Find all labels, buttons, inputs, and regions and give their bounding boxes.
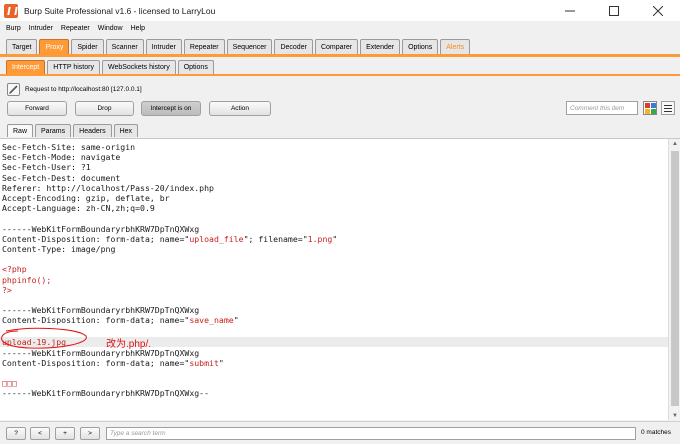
minimize-button[interactable] — [548, 0, 592, 21]
next-button[interactable]: > — [80, 427, 100, 440]
maximize-button[interactable] — [592, 0, 636, 21]
highlight-color-button[interactable] — [643, 101, 657, 115]
tab-alerts[interactable]: Alerts — [440, 39, 471, 54]
request-line: Content-Disposition: form-data; name="sa… — [2, 315, 239, 326]
annotation-circle — [1, 327, 87, 349]
yellow-swatch-icon — [645, 109, 650, 114]
tab-params[interactable]: Params — [35, 124, 72, 137]
title-bar: Burp Suite Professional v1.6 - licensed … — [0, 0, 680, 21]
tab-intercept[interactable]: Intercept — [6, 60, 46, 74]
tab-target[interactable]: Target — [6, 39, 38, 54]
request-line: Accept-Encoding: gzip, deflate, br — [2, 193, 170, 203]
menu-line-icon — [664, 110, 672, 112]
tab-http-history[interactable]: HTTP history — [47, 60, 100, 74]
menu-line-icon — [664, 107, 672, 109]
tab-headers[interactable]: Headers — [73, 124, 112, 137]
forward-button[interactable]: Forward — [7, 101, 67, 116]
request-line: □□□ — [2, 378, 17, 389]
menu-bar: Burp Intruder Repeater Window Help — [0, 21, 680, 35]
request-line: phpinfo(); — [2, 274, 52, 285]
request-line: Referer: http://localhost/Pass-20/index.… — [2, 182, 214, 193]
request-line: Sec-Fetch-Site: same-origin — [2, 142, 136, 152]
intercept-toggle-button[interactable]: Intercept is on — [141, 101, 201, 116]
tab-options[interactable]: Options — [402, 39, 439, 54]
menu-line-icon — [664, 104, 672, 106]
close-button[interactable] — [636, 0, 680, 21]
burp-logo-icon — [4, 3, 18, 18]
scroll-up-icon[interactable]: ▲ — [669, 139, 680, 149]
request-line: Sec-Fetch-User: ?1 — [2, 162, 91, 173]
tab-proxy[interactable]: Proxy — [39, 39, 70, 54]
request-line: ------WebKitFormBoundaryrbhKRW7DpTnQXWxg — [2, 223, 200, 234]
help-button[interactable]: ? — [6, 427, 26, 440]
tab-proxy-options[interactable]: Options — [177, 60, 214, 74]
editor-scrollbar[interactable]: ▲ ▼ — [668, 139, 680, 420]
window-controls — [548, 0, 680, 21]
window-title: Burp Suite Professional v1.6 - licensed … — [24, 5, 216, 16]
red-swatch-icon — [645, 103, 650, 108]
tab-spider[interactable]: Spider — [71, 39, 104, 54]
tab-sequencer[interactable]: Sequencer — [226, 39, 273, 54]
drop-button[interactable]: Drop — [75, 101, 134, 116]
tab-decoder[interactable]: Decoder — [274, 39, 313, 54]
menu-repeater[interactable]: Repeater — [61, 25, 90, 32]
main-tab-underline — [0, 54, 680, 57]
tab-repeater[interactable]: Repeater — [183, 39, 225, 54]
green-swatch-icon — [651, 109, 656, 114]
tab-raw[interactable]: Raw — [7, 124, 34, 137]
search-bar: ? < + > Type a search term 0 matches — [0, 421, 680, 444]
quoted-value: upload_file — [189, 233, 244, 244]
menu-help[interactable]: Help — [131, 25, 145, 32]
annotation-note: 改为.php/. — [106, 339, 152, 350]
comment-input[interactable]: Comment this item — [566, 101, 638, 115]
search-input[interactable]: Type a search term — [106, 427, 636, 440]
request-line: Content-Disposition: form-data; name="su… — [2, 357, 224, 368]
menu-burp[interactable]: Burp — [6, 25, 21, 32]
previous-button[interactable]: < — [30, 427, 50, 440]
tab-scanner[interactable]: Scanner — [105, 39, 144, 54]
tab-hex[interactable]: Hex — [113, 124, 139, 137]
tab-comparer[interactable]: Comparer — [314, 39, 359, 54]
request-line: <?php — [2, 264, 27, 275]
menu-intruder[interactable]: Intruder — [29, 25, 53, 32]
scrollbar-thumb[interactable] — [671, 151, 679, 406]
minimize-icon — [565, 10, 575, 11]
request-line: Sec-Fetch-Dest: document — [2, 172, 121, 183]
main-tab-bar: Target Proxy Spider Scanner Intruder Rep… — [6, 39, 472, 54]
maximize-icon — [609, 5, 619, 16]
blue-swatch-icon — [651, 103, 656, 108]
match-count: 0 matches — [641, 429, 671, 436]
quoted-value: submit — [189, 357, 219, 368]
proxy-tab-bar: Intercept HTTP history WebSockets histor… — [6, 60, 216, 74]
message-view-tab-bar: Raw Params Headers Hex — [7, 124, 140, 137]
pencil-icon — [9, 85, 18, 94]
request-line: ------WebKitFormBoundaryrbhKRW7DpTnQXWxg… — [2, 388, 210, 399]
add-button[interactable]: + — [55, 427, 75, 440]
request-info: Request to http://localhost:80 [127.0.0.… — [25, 86, 142, 93]
current-line-highlight — [0, 336, 668, 348]
request-line: Content-Type: image/png — [2, 244, 116, 254]
request-line: Accept-Language: zh-CN,zh;q=0.9 — [2, 203, 155, 214]
quoted-value: save_name — [189, 315, 234, 326]
action-button[interactable]: Action — [209, 101, 271, 116]
scroll-down-icon[interactable]: ▼ — [669, 411, 680, 420]
request-line: Sec-Fetch-Mode: navigate — [2, 152, 121, 163]
request-line: ------WebKitFormBoundaryrbhKRW7DpTnQXWxg — [2, 305, 200, 316]
tab-extender[interactable]: Extender — [360, 39, 401, 54]
edit-request-button[interactable] — [7, 83, 20, 96]
tab-websockets-history[interactable]: WebSockets history — [101, 60, 176, 74]
request-line: ?> — [2, 284, 12, 295]
tab-intruder[interactable]: Intruder — [145, 39, 182, 54]
close-icon — [653, 5, 663, 16]
request-editor[interactable]: Sec-Fetch-Site: same-origin Sec-Fetch-Mo… — [0, 138, 680, 420]
menu-window[interactable]: Window — [98, 25, 123, 32]
more-options-button[interactable] — [661, 101, 675, 115]
request-line: Content-Disposition: form-data; name="up… — [2, 233, 338, 244]
quoted-value: 1.png — [307, 233, 333, 244]
proxy-tab-underline — [0, 74, 680, 76]
